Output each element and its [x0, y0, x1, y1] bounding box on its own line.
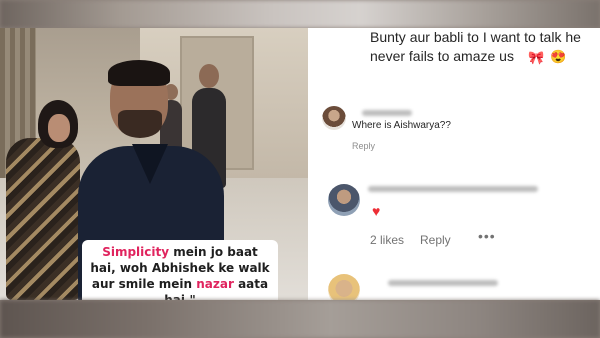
- background-person-head: [199, 64, 219, 88]
- avatar[interactable]: [322, 106, 346, 130]
- blurred-username: [368, 186, 538, 192]
- reply-button[interactable]: Reply: [352, 141, 375, 151]
- blurred-background-bottom: [0, 300, 600, 338]
- blurred-username: [362, 110, 412, 116]
- man-hair: [108, 60, 170, 86]
- caption-highlight: nazar: [196, 277, 234, 291]
- caption-highlight: Simplicity: [102, 245, 170, 259]
- avatar[interactable]: [328, 184, 360, 216]
- blurred-background-top: [0, 0, 600, 28]
- ribbon-emoji: 🎀: [528, 50, 545, 65]
- woman-face: [48, 114, 70, 142]
- comment-body: Where is Aishwarya??: [352, 120, 451, 131]
- heart-icon: ♥: [372, 203, 381, 219]
- video-caption: Simplicity mein jo baat hai, woh Abhishe…: [82, 240, 278, 300]
- avatar[interactable]: [328, 274, 360, 300]
- reply-button[interactable]: Reply: [420, 233, 451, 247]
- more-options-icon[interactable]: •••: [478, 228, 496, 244]
- likes-count[interactable]: 2 likes: [370, 233, 404, 247]
- heart-eyes-emoji: 😍: [550, 49, 567, 64]
- video-frame: Simplicity mein jo baat hai, woh Abhishe…: [0, 28, 308, 300]
- man-beard: [118, 110, 162, 138]
- woman-figure: [6, 138, 80, 300]
- comments-panel: Bunty aur babli to I want to talk he nev…: [308, 28, 600, 300]
- blurred-username: [388, 280, 498, 286]
